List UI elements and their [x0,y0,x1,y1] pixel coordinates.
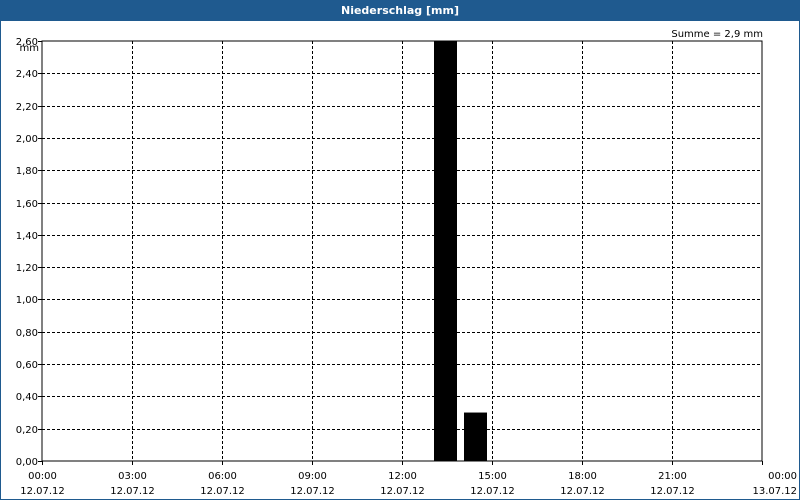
y-tick-label: 2,00 [16,134,38,145]
x-tick-date: 13.07.12 [752,486,797,497]
x-tick-time: 06:00 [208,471,237,482]
y-ticks: 0,00 0,20 0,40 0,60 0,80 1,00 1,20 1,40 1,60 1,80… [16,37,42,468]
y-tick-label: 0,40 [16,392,38,403]
y-tick-label: 1,80 [16,166,38,177]
y-tick-label: 0,00 [16,457,38,468]
chart-title: Niederschlag [mm] [1,1,799,21]
chart-window: Niederschlag [mm] Summe = 2,9 mm mm 0,00… [0,0,800,500]
x-tick-date: 12.07.12 [650,486,695,497]
x-tick-time: 15:00 [478,471,507,482]
y-tick-label: 1,60 [16,199,38,210]
x-tick-time: 03:00 [118,471,147,482]
y-tick-label: 2,20 [16,102,38,113]
bars [434,41,487,461]
x-tick-time: 21:00 [658,471,687,482]
y-tick-label: 0,60 [16,360,38,371]
x-tick-date: 12.07.12 [200,486,245,497]
x-tick-time: 00:00 [768,471,797,482]
y-tick-label: 1,00 [16,295,38,306]
precipitation-bar [464,412,487,461]
grid [42,41,762,461]
y-tick-label: 0,20 [16,425,38,436]
x-tick-date: 12.07.12 [380,486,425,497]
y-tick-label: 1,20 [16,263,38,274]
y-tick-label: 2,40 [16,69,38,80]
x-tick-time: 18:00 [568,471,597,482]
x-tick-date: 12.07.12 [20,486,65,497]
y-tick-label: 1,40 [16,231,38,242]
x-tick-date: 12.07.12 [110,486,155,497]
x-tick-date: 12.07.12 [560,486,605,497]
x-ticks: 00:00 12.07.12 03:00 12.07.12 06:00 12.07.12 0… [20,461,797,497]
x-tick-time: 12:00 [388,471,417,482]
x-tick-time: 00:00 [28,471,57,482]
y-tick-label: 0,80 [16,328,38,339]
precipitation-bar [434,41,457,461]
precipitation-chart: Summe = 2,9 mm mm 0,000,200,400,600,801,… [16,29,797,497]
x-tick-date: 12.07.12 [470,486,515,497]
x-tick-time: 09:00 [298,471,327,482]
y-tick-label: 2,60 [16,37,38,48]
x-tick-date: 12.07.12 [290,486,335,497]
sum-label: Summe = 2,9 mm [671,29,763,40]
